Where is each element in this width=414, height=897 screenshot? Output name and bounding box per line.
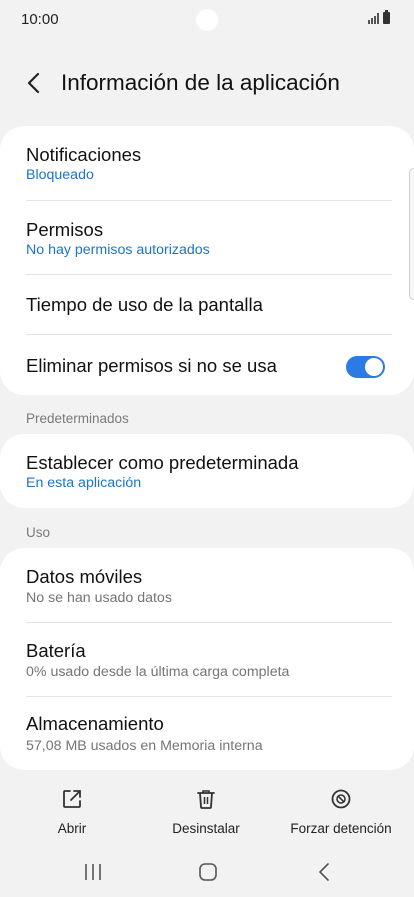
system-nav-bar xyxy=(0,850,414,894)
set-default-status: En esta aplicación xyxy=(26,475,142,491)
open-icon xyxy=(63,790,81,808)
status-time: 10:00 xyxy=(21,11,59,28)
screen-time-title: Tiempo de uso de la pantalla xyxy=(26,294,263,315)
section-label-usage: Uso xyxy=(26,525,51,540)
recents-icon xyxy=(85,864,101,880)
permissions-status: No hay permisos autorizados xyxy=(26,242,210,258)
storage-title: Almacenamiento xyxy=(26,713,164,734)
settings-card: Notificaciones Bloqueado Permisos No hay… xyxy=(0,126,414,395)
notifications-item[interactable]: Notificaciones Bloqueado xyxy=(0,126,414,200)
permissions-item[interactable]: Permisos No hay permisos autorizados xyxy=(0,201,414,275)
bottom-action-bar: Abrir Desinstalar Forzar detención xyxy=(0,780,414,840)
app-bar: Información de la aplicación xyxy=(0,55,414,111)
remove-permissions-item[interactable]: Eliminar permisos si no se usa xyxy=(0,335,414,395)
force-stop-label: Forzar detención xyxy=(290,821,392,836)
uninstall-label: Desinstalar xyxy=(172,821,240,836)
status-bar: 10:00 xyxy=(0,0,414,38)
storage-item[interactable]: Almacenamiento 57,08 MB usados en Memori… xyxy=(0,697,414,770)
permissions-title: Permisos xyxy=(26,219,104,240)
home-button[interactable] xyxy=(188,860,228,884)
storage-status: 57,08 MB usados en Memoria interna xyxy=(26,738,263,754)
notifications-title: Notificaciones xyxy=(26,144,142,165)
force-stop-button[interactable]: Forzar detención xyxy=(281,780,401,840)
battery-title: Batería xyxy=(26,640,86,661)
section-label-defaults: Predeterminados xyxy=(26,411,129,426)
force-stop-icon xyxy=(331,789,351,809)
back-nav-icon xyxy=(319,863,329,881)
back-button[interactable] xyxy=(24,69,48,97)
recents-button[interactable] xyxy=(73,860,113,884)
home-icon xyxy=(199,863,217,881)
battery-icon xyxy=(383,10,390,24)
remove-permissions-title: Eliminar permisos si no se usa xyxy=(26,355,277,376)
scroll-indicator[interactable] xyxy=(409,168,414,300)
toggle-knob xyxy=(365,358,383,376)
trash-icon xyxy=(197,790,215,809)
remove-permissions-toggle[interactable] xyxy=(346,356,385,378)
mobile-data-title: Datos móviles xyxy=(26,566,143,587)
camera-cutout xyxy=(196,9,218,31)
signal-icon xyxy=(368,12,379,24)
mobile-data-status: No se han usado datos xyxy=(26,590,172,606)
back-arrow-icon xyxy=(27,72,40,94)
back-nav-button[interactable] xyxy=(304,860,344,884)
screen-time-item[interactable]: Tiempo de uso de la pantalla xyxy=(0,275,414,335)
status-icons xyxy=(368,10,390,24)
battery-item[interactable]: Batería 0% usado desde la última carga c… xyxy=(0,623,414,697)
open-label: Abrir xyxy=(57,821,87,836)
usage-card: Datos móviles No se han usado datos Bate… xyxy=(0,548,414,770)
defaults-card: Establecer como predeterminada En esta a… xyxy=(0,434,414,508)
battery-status: 0% usado desde la última carga completa xyxy=(26,664,290,680)
page-title: Información de la aplicación xyxy=(61,70,340,95)
set-default-item[interactable]: Establecer como predeterminada En esta a… xyxy=(0,434,414,508)
set-default-title: Establecer como predeterminada xyxy=(26,452,299,473)
notifications-status: Bloqueado xyxy=(26,167,94,183)
uninstall-button[interactable]: Desinstalar xyxy=(146,780,266,840)
mobile-data-item[interactable]: Datos móviles No se han usado datos xyxy=(0,548,414,622)
open-button[interactable]: Abrir xyxy=(12,780,132,840)
